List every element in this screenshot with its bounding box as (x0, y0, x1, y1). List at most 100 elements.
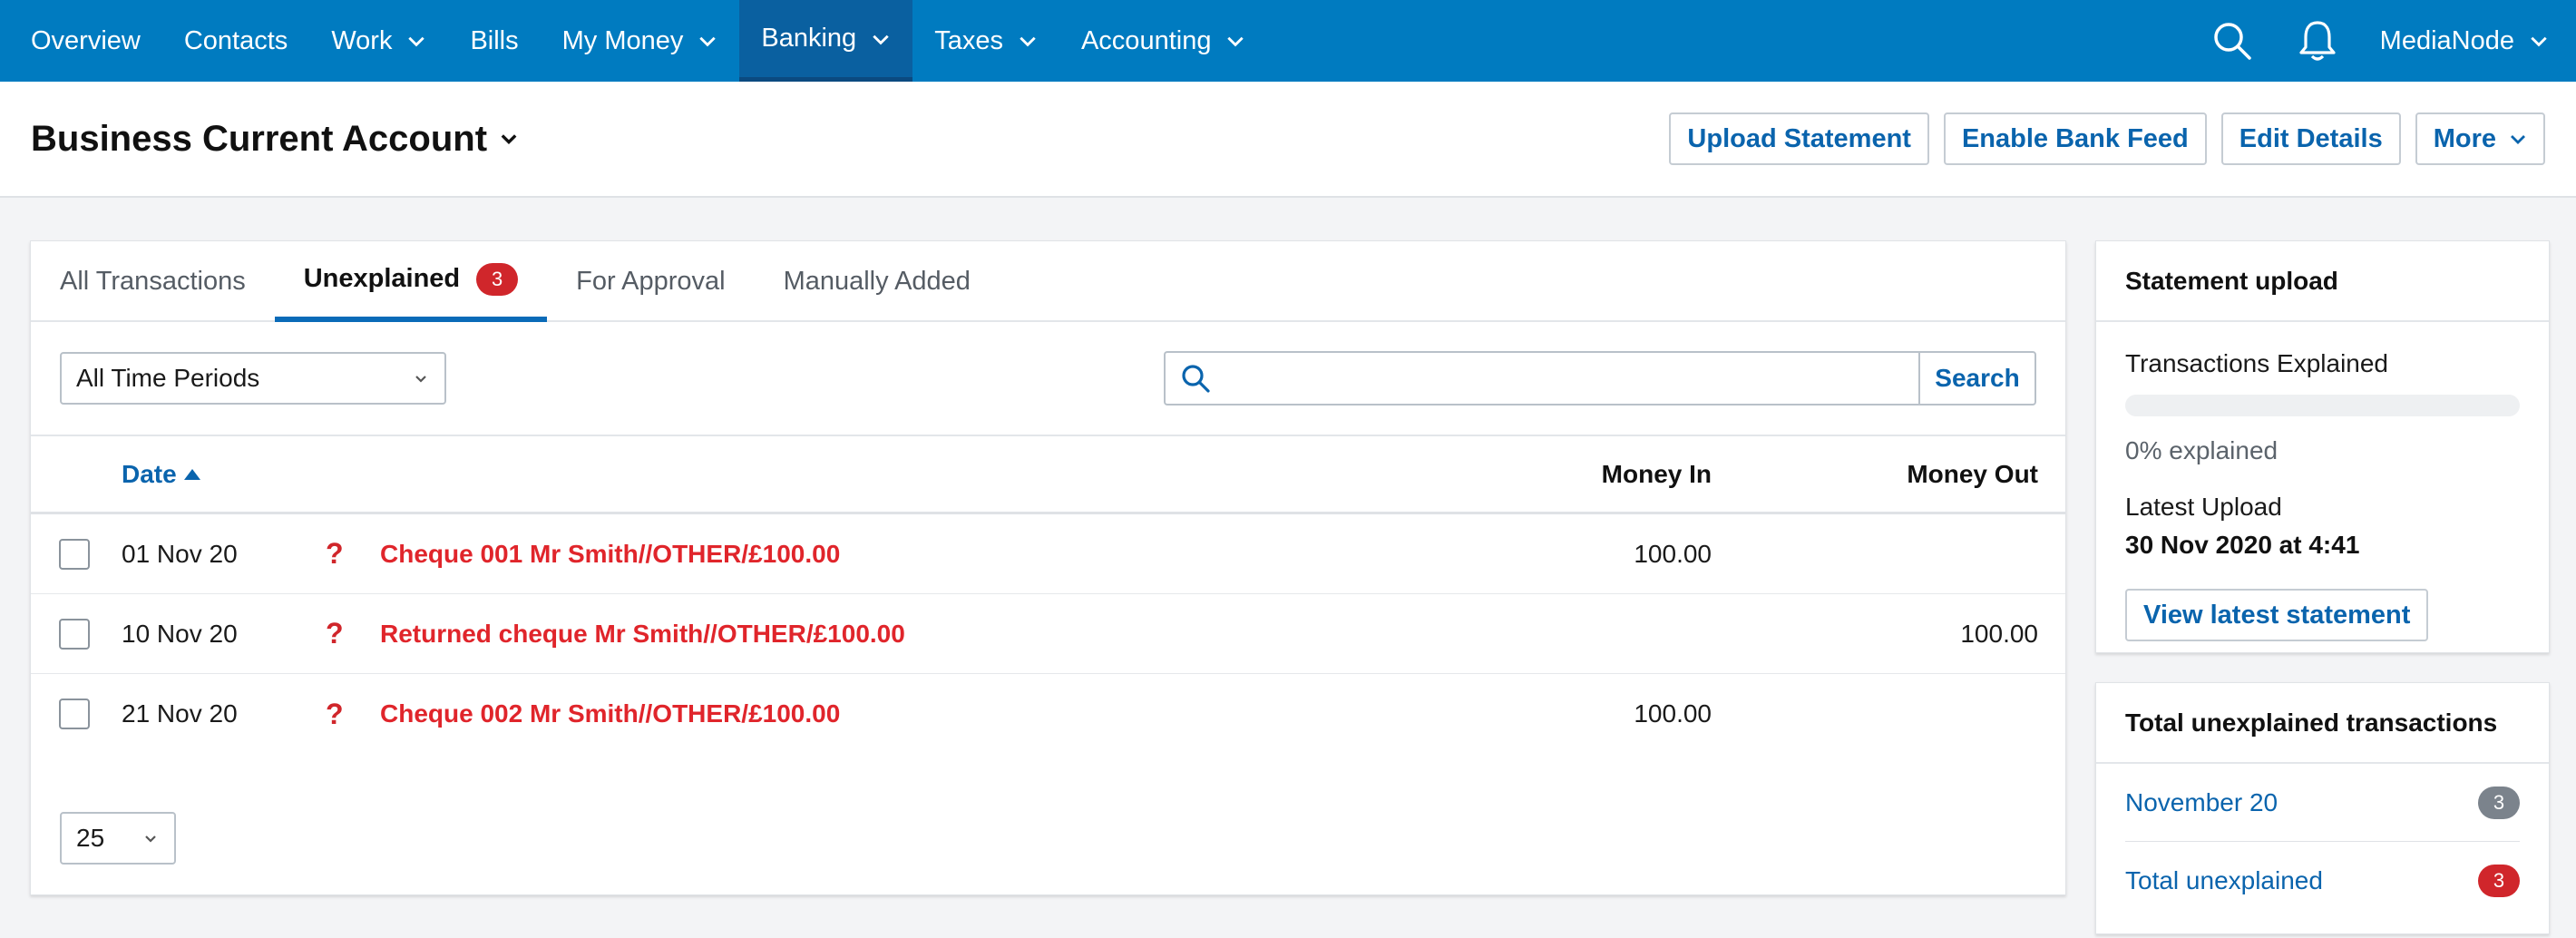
date-header-label: Date (122, 459, 177, 488)
unexplained-summary-body: November 20 3 Total unexplained 3 (2096, 764, 2549, 920)
nav-item-banking[interactable]: Banking (739, 0, 913, 82)
statement-upload-body: Transactions Explained 0% explained Late… (2096, 349, 2549, 641)
row-money-out: 100.00 (1960, 619, 2038, 648)
tab-label: Manually Added (783, 267, 971, 296)
tab-label: All Transactions (60, 267, 246, 296)
page-title: Business Current Account (31, 118, 488, 159)
search-icon[interactable] (2210, 18, 2255, 64)
row-description-link[interactable]: Cheque 002 Mr Smith//OTHER/£100.00 (380, 699, 840, 728)
chevron-down-icon (873, 34, 889, 44)
transactions-explained-label: Transactions Explained (2125, 349, 2389, 377)
top-navigation: Overview Contacts Work Bills My Money Ba… (0, 0, 2576, 82)
nav-right: MediaNode (2210, 0, 2576, 82)
per-page-select[interactable]: 25 (60, 812, 176, 865)
unexplained-summary-card: Total unexplained transactions November … (2095, 682, 2550, 934)
unexplained-question-icon: ? (326, 697, 344, 730)
time-period-value: All Time Periods (76, 364, 260, 392)
nav-item-work[interactable]: Work (309, 0, 448, 82)
row-date: 21 Nov 20 (122, 699, 238, 728)
table-row: 10 Nov 20 ? Returned cheque Mr Smith//OT… (31, 594, 2065, 674)
account-name: MediaNode (2379, 25, 2514, 55)
nav-item-label: Taxes (934, 25, 1003, 55)
view-latest-statement-button[interactable]: View latest statement (2125, 589, 2429, 641)
row-description-link[interactable]: Cheque 001 Mr Smith//OTHER/£100.00 (380, 540, 840, 569)
total-unexplained-link[interactable]: Total unexplained (2125, 866, 2323, 895)
transaction-tabs: All Transactions Unexplained 3 For Appro… (31, 241, 2065, 322)
nav-item-label: Banking (761, 24, 857, 53)
chevron-down-icon (408, 36, 425, 47)
sort-ascending-icon (183, 468, 200, 480)
list-item: Total unexplained 3 (2125, 842, 2520, 920)
nav-item-label: My Money (561, 25, 684, 55)
tab-manually-added[interactable]: Manually Added (755, 241, 1000, 322)
more-button-label: More (2433, 123, 2496, 153)
table-row: 21 Nov 20 ? Cheque 002 Mr Smith//OTHER/£… (31, 674, 2065, 754)
per-page-value: 25 (76, 824, 105, 852)
november-20-link[interactable]: November 20 (2125, 788, 2278, 817)
search-button[interactable]: Search (1918, 351, 2036, 405)
row-money-in: 100.00 (1634, 539, 1712, 568)
filters-bar: All Time Periods Search (31, 322, 2065, 436)
chevron-down-icon (2531, 36, 2547, 47)
statement-upload-title: Statement upload (2096, 241, 2549, 322)
search-box (1164, 351, 1918, 405)
chevron-down-icon (2511, 135, 2525, 144)
tab-for-approval[interactable]: For Approval (547, 241, 754, 322)
account-selector[interactable]: Business Current Account (31, 119, 520, 160)
chevron-down-icon (1020, 36, 1036, 47)
chevron-down-icon (1227, 36, 1244, 47)
row-description-link[interactable]: Returned cheque Mr Smith//OTHER/£100.00 (380, 620, 905, 649)
row-checkbox[interactable] (59, 538, 90, 570)
table-row: 01 Nov 20 ? Cheque 001 Mr Smith//OTHER/£… (31, 514, 2065, 594)
chevron-down-icon (145, 835, 156, 843)
chevron-down-icon (415, 376, 426, 383)
count-badge: 3 (2478, 786, 2520, 819)
account-menu[interactable]: MediaNode (2380, 26, 2549, 56)
count-badge: 3 (2478, 865, 2520, 897)
explained-percent: 0% explained (2125, 436, 2278, 464)
nav-item-label: Accounting (1080, 25, 1212, 55)
money-out-column-header: Money Out (1907, 459, 2038, 488)
tab-unexplained[interactable]: Unexplained 3 (274, 241, 548, 322)
nav-item-label: Contacts (183, 25, 288, 55)
tab-all-transactions[interactable]: All Transactions (31, 241, 275, 322)
chevron-down-icon (699, 36, 717, 47)
nav-item-contacts[interactable]: Contacts (162, 0, 309, 82)
upload-statement-button[interactable]: Upload Statement (1669, 112, 1929, 165)
date-column-header[interactable]: Date (122, 460, 200, 489)
nav-item-my-money[interactable]: My Money (541, 0, 740, 82)
table-header: Date Money In Money Out (31, 436, 2065, 514)
latest-upload-label: Latest Upload (2125, 493, 2282, 521)
statement-upload-card: Statement upload Transactions Explained … (2095, 240, 2550, 653)
enable-bank-feed-button[interactable]: Enable Bank Feed (1943, 112, 2207, 165)
header-actions: Upload Statement Enable Bank Feed Edit D… (1669, 112, 2545, 165)
row-checkbox[interactable] (59, 699, 90, 729)
search-input[interactable] (1222, 356, 1918, 401)
row-date: 01 Nov 20 (122, 539, 238, 568)
page-header: Business Current Account Upload Statemen… (0, 82, 2576, 198)
edit-details-button[interactable]: Edit Details (2220, 112, 2401, 165)
nav-item-overview[interactable]: Overview (9, 0, 162, 82)
unexplained-summary-title: Total unexplained transactions (2096, 683, 2549, 764)
explained-progress-bar (2125, 395, 2520, 416)
latest-upload-date: 30 Nov 2020 at 4:41 (2125, 531, 2360, 559)
tab-label: For Approval (576, 267, 726, 296)
more-button[interactable]: More (2415, 112, 2545, 165)
bell-icon[interactable] (2295, 18, 2340, 64)
chevron-down-icon (501, 134, 517, 144)
money-in-column-header: Money In (1601, 459, 1712, 488)
time-period-select[interactable]: All Time Periods (60, 352, 446, 405)
nav-item-accounting[interactable]: Accounting (1059, 0, 1268, 82)
unexplained-question-icon: ? (326, 617, 344, 650)
search-group: Search (1164, 351, 2036, 405)
nav-item-bills[interactable]: Bills (448, 0, 540, 82)
row-money-in: 100.00 (1634, 699, 1712, 728)
search-icon (1182, 365, 1210, 393)
unexplained-question-icon: ? (326, 537, 344, 570)
nav-item-label: Work (331, 25, 393, 55)
list-item: November 20 3 (2125, 764, 2520, 842)
nav-item-taxes[interactable]: Taxes (912, 0, 1059, 82)
tab-label: Unexplained (303, 264, 461, 293)
row-checkbox[interactable] (59, 618, 90, 650)
row-date: 10 Nov 20 (122, 619, 238, 648)
